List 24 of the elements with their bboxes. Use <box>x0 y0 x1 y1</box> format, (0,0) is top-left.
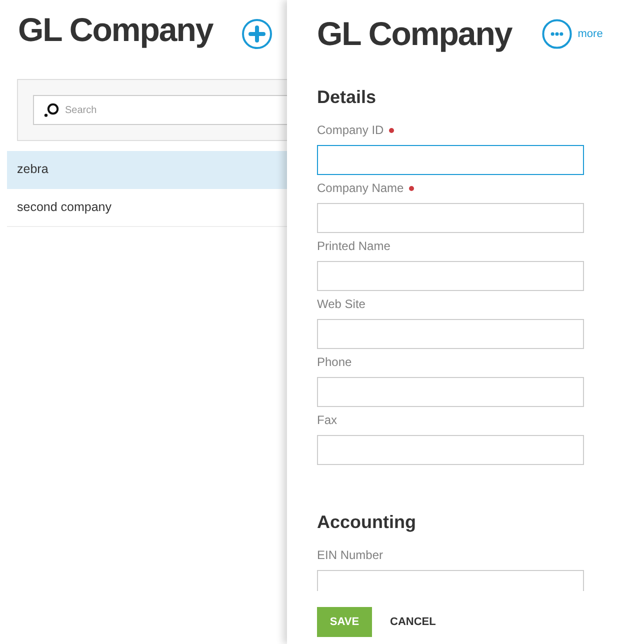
input-field[interactable] <box>317 145 584 175</box>
field-label: Web Site <box>317 297 366 312</box>
add-icon[interactable] <box>242 19 272 49</box>
field-label: Phone <box>317 355 352 370</box>
input-field[interactable] <box>317 319 584 349</box>
input-field[interactable] <box>317 377 584 407</box>
field-label: Company Name <box>317 181 404 196</box>
cancel-button[interactable]: CANCEL <box>372 607 454 637</box>
input-field[interactable] <box>317 203 584 233</box>
search-icon <box>44 103 59 117</box>
panel-title: GL Company <box>317 14 512 54</box>
field-label: Printed Name <box>317 239 390 254</box>
list-item[interactable]: zebra <box>7 151 287 189</box>
field-label: Fax <box>317 413 338 428</box>
more-icon <box>542 19 572 49</box>
page-title: GL Company <box>18 10 213 50</box>
field-label: EIN Number <box>317 548 384 563</box>
section-heading: Details <box>317 86 378 109</box>
section-heading: Accounting <box>317 511 417 534</box>
input-field[interactable] <box>317 435 584 465</box>
field-label: Company ID <box>317 123 384 138</box>
input-field[interactable] <box>317 261 584 291</box>
input-field[interactable] <box>317 570 584 591</box>
search-field[interactable]: Search <box>33 95 287 125</box>
